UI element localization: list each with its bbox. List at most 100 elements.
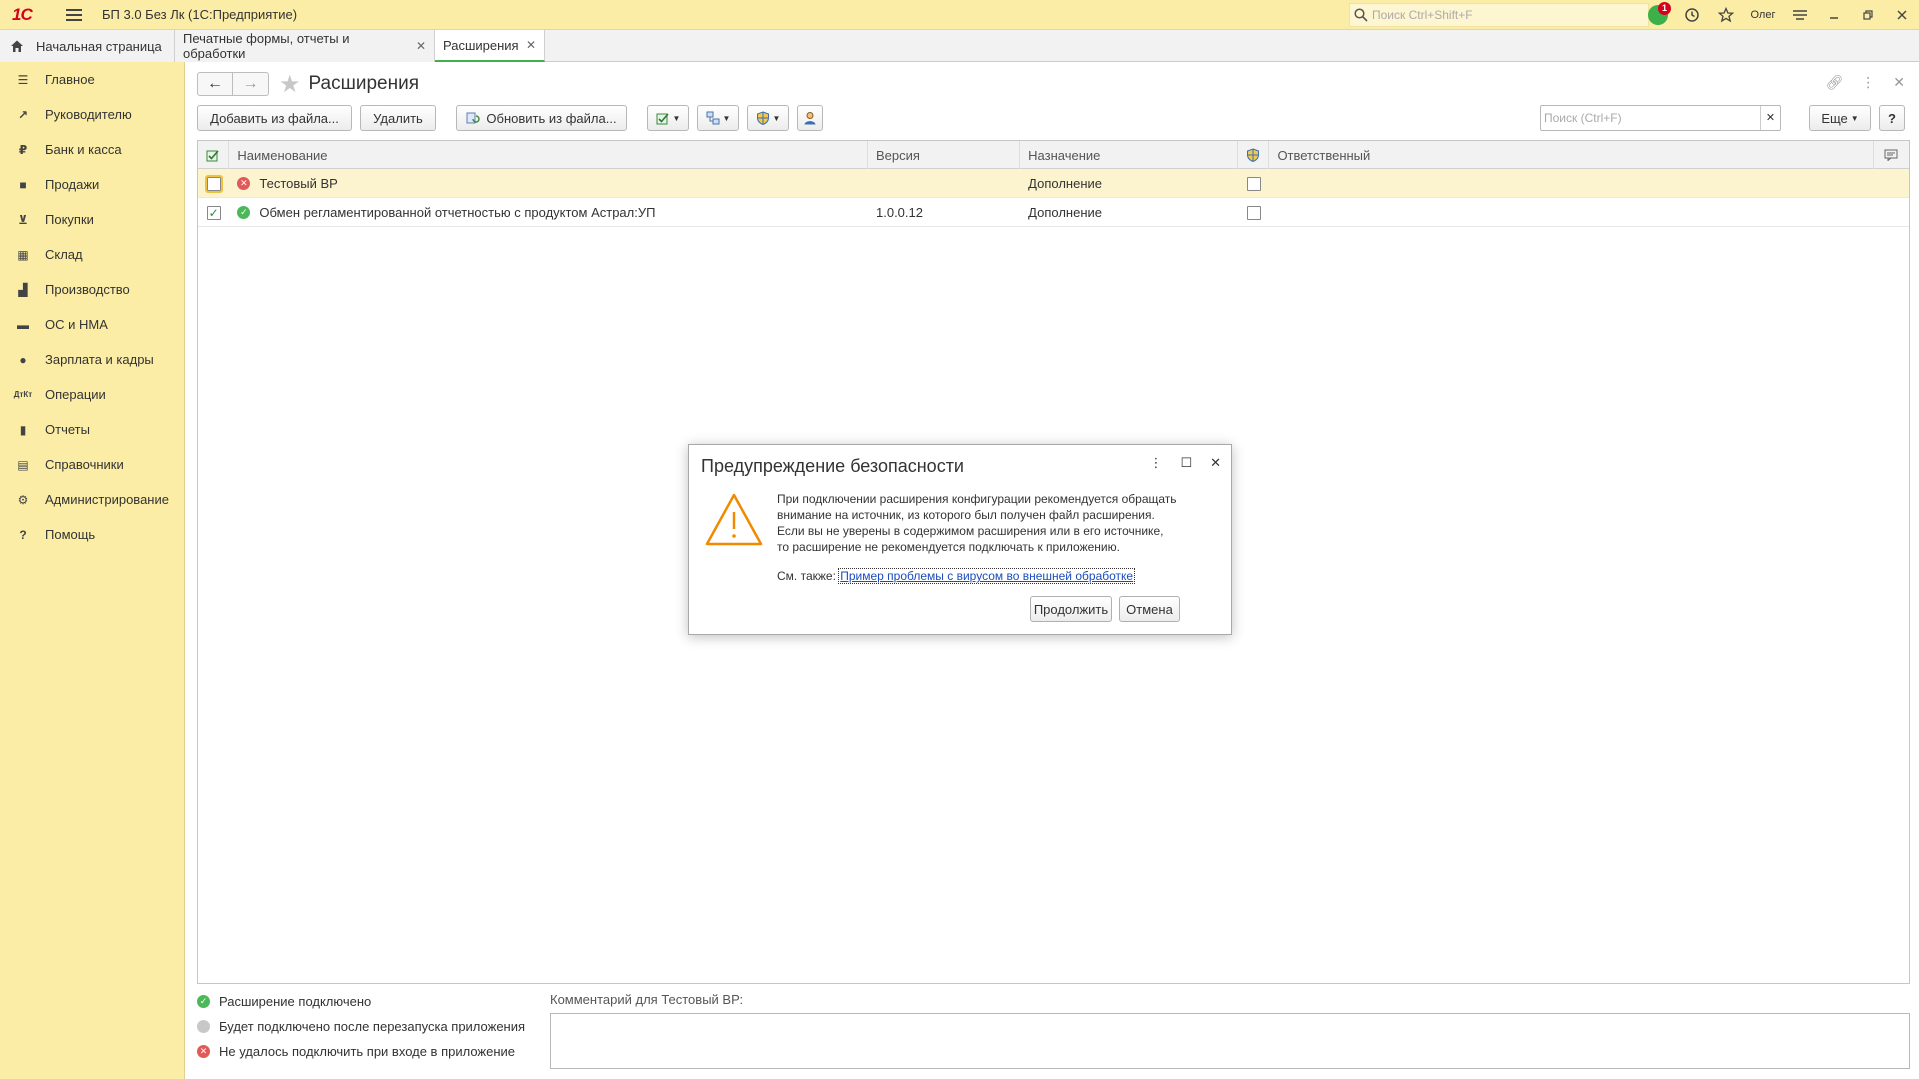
column-active[interactable]: [198, 141, 230, 169]
link-icon[interactable]: 🔗︎: [1825, 74, 1843, 91]
sidebar-item-directories[interactable]: ▤ Справочники: [0, 447, 184, 482]
settings-button[interactable]: [1783, 0, 1817, 30]
row-comment: [1874, 198, 1909, 227]
tab-label: Печатные формы, отчеты и обработки: [183, 31, 350, 61]
more-button[interactable]: Еще ▼: [1809, 105, 1871, 131]
global-search-placeholder: Поиск Ctrl+Shift+F: [1372, 8, 1473, 22]
row-active-checkbox[interactable]: ✓: [206, 205, 221, 220]
main-menu-icon[interactable]: [66, 8, 82, 21]
comment-label: Комментарий для Тестовый ВР:: [550, 992, 744, 1007]
row-name: Тестовый ВР: [259, 176, 338, 191]
dialog-close-icon[interactable]: ✕: [1210, 455, 1221, 471]
help-button[interactable]: ?: [1879, 105, 1905, 131]
extension-data-button[interactable]: ▼: [697, 105, 739, 131]
column-safe-mode[interactable]: [1238, 141, 1270, 169]
enable-extension-button[interactable]: ▼: [647, 105, 689, 131]
minimize-button[interactable]: [1817, 0, 1851, 30]
column-responsible[interactable]: Ответственный: [1269, 141, 1874, 169]
clear-search-icon[interactable]: ✕: [1760, 106, 1780, 130]
sidebar-item-administration[interactable]: ⚙ Администрирование: [0, 482, 184, 517]
shield-icon: [1247, 148, 1260, 162]
back-button[interactable]: ←: [197, 72, 233, 96]
sidebar-item-label: Продажи: [45, 177, 100, 192]
column-name[interactable]: Наименование: [229, 141, 868, 169]
error-status-icon: ✕: [197, 1045, 210, 1058]
table-header: Наименование Версия Назначение Ответстве…: [198, 141, 1909, 169]
favorite-star-icon[interactable]: ★: [279, 70, 301, 99]
row-safe-mode-checkbox[interactable]: [1246, 176, 1261, 191]
row-version: [868, 169, 1020, 198]
delete-button[interactable]: Удалить: [360, 105, 436, 131]
global-search-input[interactable]: Поиск Ctrl+Shift+F: [1349, 3, 1649, 27]
table-row[interactable]: ✓ ✓ Обмен регламентированной отчетностью …: [198, 198, 1909, 227]
sidebar-item-bank[interactable]: ₽ Банк и касса: [0, 132, 184, 167]
sidebar-item-production[interactable]: ▟ Производство: [0, 272, 184, 307]
dialog-more-icon[interactable]: ⋮: [1149, 455, 1162, 471]
sidebar-item-purchases[interactable]: ⊻ Покупки: [0, 202, 184, 237]
tab-extensions[interactable]: Расширения ✕: [435, 30, 545, 62]
virus-example-link[interactable]: Пример проблемы с вирусом во внешней обр…: [838, 568, 1136, 584]
page-title: Расширения: [308, 73, 420, 94]
row-safe-mode-checkbox[interactable]: [1246, 205, 1261, 220]
safe-mode-button[interactable]: ▼: [747, 105, 789, 131]
column-purpose[interactable]: Назначение: [1020, 141, 1239, 169]
1c-logo[interactable]: 1С: [12, 5, 46, 25]
list-search-input[interactable]: Поиск (Ctrl+F) ✕: [1540, 105, 1781, 131]
sidebar-item-reports[interactable]: ▮ Отчеты: [0, 412, 184, 447]
table-row[interactable]: ✕ Тестовый ВР Дополнение: [198, 169, 1909, 198]
tab-home[interactable]: Начальная страница: [0, 30, 175, 62]
row-active-checkbox[interactable]: [204, 174, 223, 193]
home-icon: [11, 40, 23, 52]
favorites-button[interactable]: [1709, 0, 1743, 30]
notifications-button[interactable]: 1: [1641, 0, 1675, 30]
sidebar-item-main[interactable]: ☰ Главное: [0, 62, 184, 97]
history-button[interactable]: [1675, 0, 1709, 30]
sidebar-item-operations[interactable]: ДтКт Операции: [0, 377, 184, 412]
update-from-file-button[interactable]: Обновить из файла...: [456, 105, 627, 131]
user-icon: [804, 112, 816, 125]
see-also: См. также: Пример проблемы с вирусом во …: [777, 568, 1136, 584]
close-form-icon[interactable]: ✕: [1893, 74, 1905, 91]
column-comment[interactable]: [1874, 141, 1909, 169]
sidebar-item-help[interactable]: ? Помощь: [0, 517, 184, 552]
more-actions-icon[interactable]: ⋮: [1861, 74, 1875, 91]
tab-print-forms[interactable]: Печатные формы, отчеты и обработки ✕: [175, 30, 435, 62]
close-window-button[interactable]: [1885, 0, 1919, 30]
sidebar-item-label: Банк и касса: [45, 142, 122, 157]
row-responsible: [1269, 169, 1873, 198]
pending-status-icon: [197, 1020, 210, 1033]
gear-icon: ⚙: [17, 492, 29, 507]
menu-icon: ☰: [17, 72, 29, 87]
dialog-title: Предупреждение безопасности: [701, 456, 964, 476]
row-purpose: Дополнение: [1028, 205, 1103, 220]
sidebar-item-label: ОС и НМА: [45, 317, 108, 332]
sidebar-item-label: Главное: [45, 72, 95, 87]
forward-button[interactable]: →: [233, 72, 269, 96]
dialog-message: При подключении расширения конфигурации …: [777, 491, 1222, 555]
sidebar-item-sales[interactable]: ■ Продажи: [0, 167, 184, 202]
row-version: 1.0.0.12: [876, 205, 923, 220]
legend-connected: Расширение подключено: [219, 994, 372, 1009]
continue-button[interactable]: Продолжить: [1030, 596, 1112, 622]
close-tab-icon[interactable]: ✕: [526, 38, 536, 52]
notification-badge: 1: [1658, 2, 1671, 15]
sidebar-item-warehouse[interactable]: ▦ Склад: [0, 237, 184, 272]
user-name[interactable]: Олег: [1743, 9, 1783, 21]
form-header: ← → ★ Расширения: [197, 70, 420, 99]
dialog-maximize-icon[interactable]: ☐: [1180, 455, 1192, 471]
row-responsible: [1269, 198, 1873, 227]
close-tab-icon[interactable]: ✕: [416, 39, 426, 53]
grid-icon: ▦: [17, 247, 29, 262]
cancel-button[interactable]: Отмена: [1119, 596, 1180, 622]
responsible-button[interactable]: [797, 105, 823, 131]
sidebar-item-salary[interactable]: ● Зарплата и кадры: [0, 342, 184, 377]
restore-button[interactable]: [1851, 0, 1885, 30]
star-icon: [1718, 7, 1734, 23]
add-from-file-button[interactable]: Добавить из файла...: [197, 105, 352, 131]
column-version[interactable]: Версия: [868, 141, 1021, 169]
ok-status-icon: ✓: [197, 995, 210, 1008]
comment-textarea[interactable]: [550, 1013, 1910, 1069]
sidebar-item-assets[interactable]: ▬ ОС и НМА: [0, 307, 184, 342]
comment-icon: [1884, 149, 1898, 161]
sidebar-item-manager[interactable]: ↗ Руководителю: [0, 97, 184, 132]
